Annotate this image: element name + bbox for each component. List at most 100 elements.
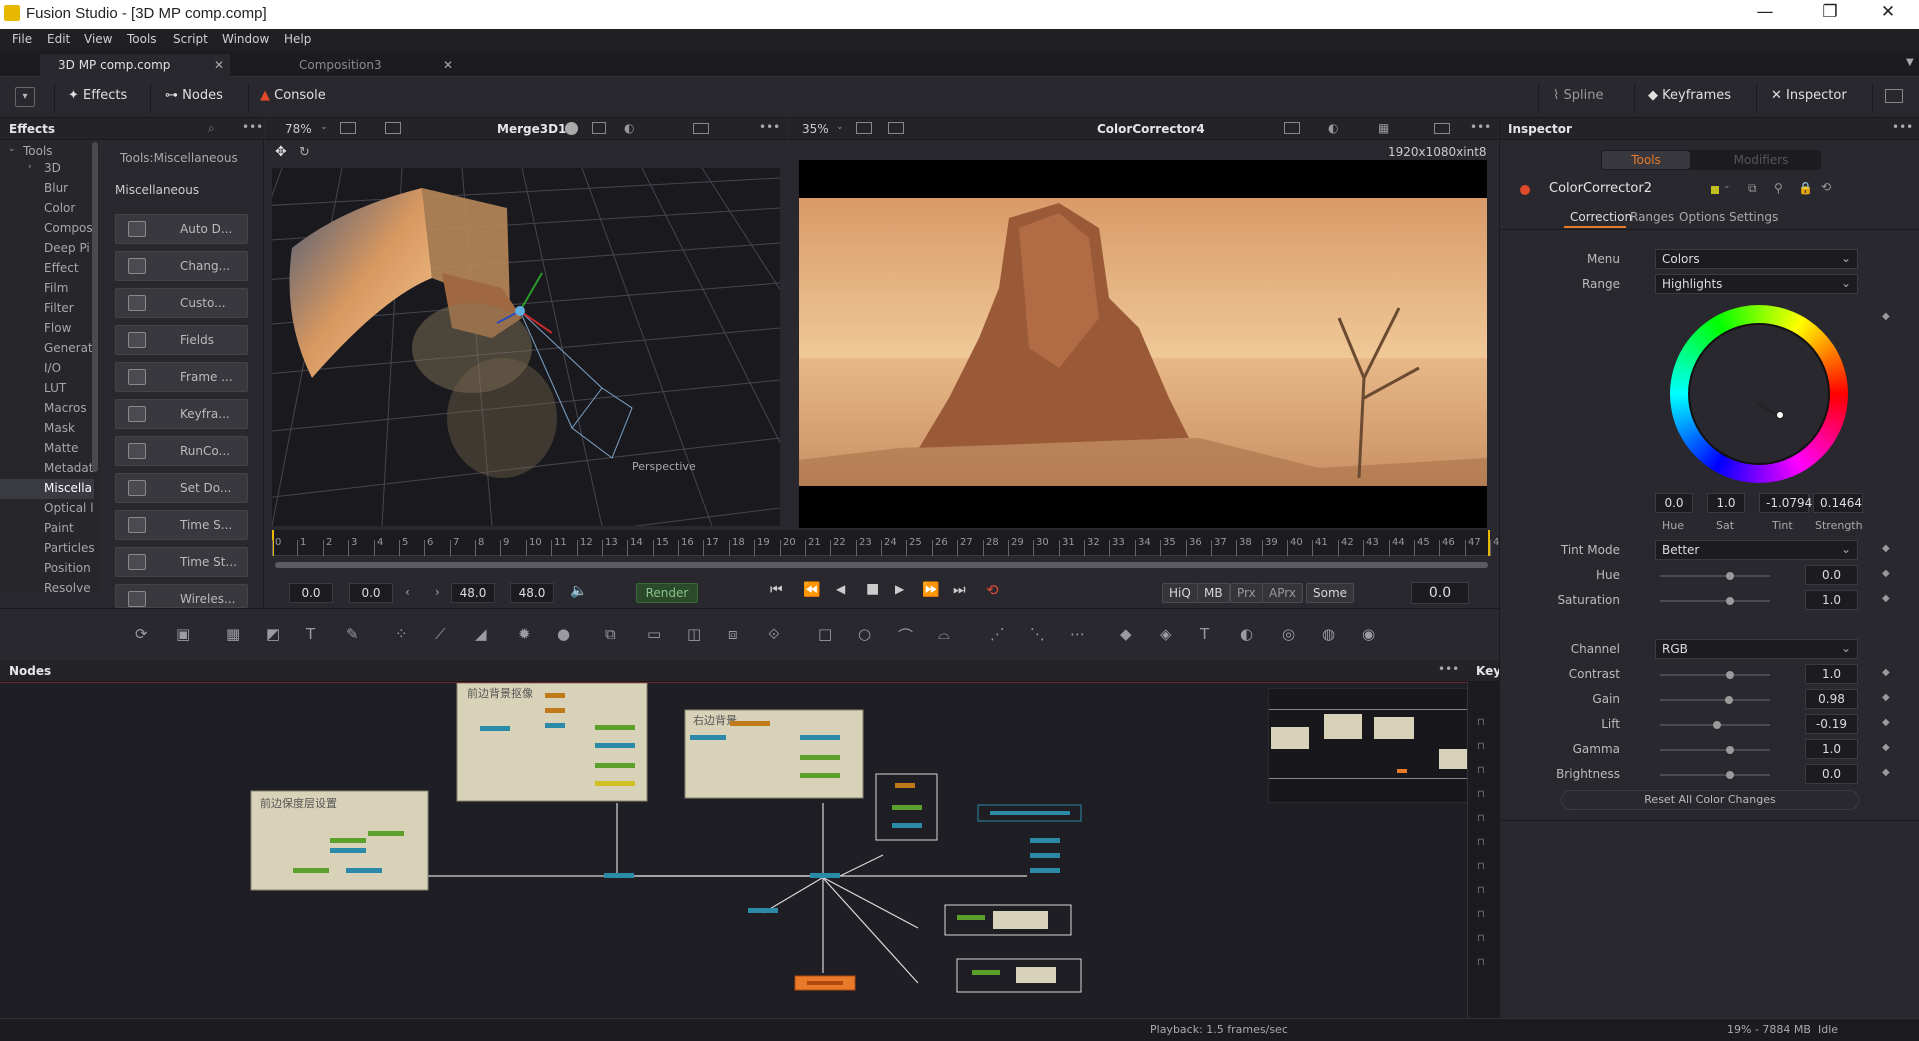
tree-item-composite[interactable]: Compos [44, 221, 93, 235]
render-button[interactable]: Render [636, 583, 698, 603]
gain-value-field[interactable]: 0.98 [1805, 689, 1858, 709]
tool-shortcut-icon[interactable]: T [1200, 625, 1209, 643]
tree-item-optical-flow[interactable]: Optical l [44, 501, 94, 515]
group-left[interactable]: 前边保度层设置 [250, 790, 429, 891]
channel-select[interactable]: RGB ⌄ [1655, 639, 1858, 659]
tool-keyframe-stretcher[interactable]: Keyfra... [115, 399, 248, 429]
move-icon[interactable]: ✥ [275, 144, 287, 160]
tool-shortcut-icon[interactable]: ● [557, 625, 570, 643]
tool-shortcut-icon[interactable]: ◫ [687, 625, 701, 643]
tool-shortcut-icon[interactable]: ✹ [518, 625, 531, 643]
lock-icon[interactable]: ⊓ [1477, 885, 1485, 896]
color-wheel-handle[interactable] [1776, 411, 1784, 419]
lut-icon[interactable] [888, 122, 904, 134]
tree-item-io[interactable]: I/O [44, 361, 61, 375]
tool-time-speed[interactable]: Time S... [115, 510, 248, 540]
sat-wheel-field[interactable]: 1.0 [1707, 493, 1745, 513]
tree-item-blur[interactable]: Blur [44, 181, 68, 195]
go-to-start-icon[interactable]: ⏮ [770, 582, 783, 598]
saturation-value-field[interactable]: 1.0 [1805, 590, 1858, 610]
keyframe-diamond-icon[interactable]: ◆ [1882, 767, 1890, 778]
slider-knob[interactable] [1726, 771, 1734, 779]
tool-frame-average[interactable]: Frame ... [115, 362, 248, 392]
tool-wireless-link[interactable]: Wireles... [115, 584, 248, 608]
render-start-field[interactable]: 0.0 [349, 583, 393, 603]
tool-shortcut-icon[interactable]: ◈ [1160, 625, 1172, 643]
fullscreen-icon[interactable] [693, 123, 709, 134]
menu-script[interactable]: Script [173, 32, 208, 46]
tree-item-matte[interactable]: Matte [44, 441, 79, 455]
menu-view[interactable]: View [84, 32, 112, 46]
tint-wheel-field[interactable]: -1.0794 [1759, 493, 1812, 513]
snapshot-icon[interactable] [1284, 122, 1300, 134]
tool-set-domain[interactable]: Set Do... [115, 473, 248, 503]
saturation-slider[interactable] [1660, 597, 1770, 605]
effects-button[interactable]: ✦ Effects [68, 88, 127, 103]
lock-icon[interactable]: ⊓ [1477, 717, 1485, 728]
audio-icon[interactable]: 🔈 [570, 583, 587, 599]
tree-item-film[interactable]: Film [44, 281, 68, 295]
brightness-value-field[interactable]: 0.0 [1805, 764, 1858, 784]
tree-item-miscellaneous[interactable]: Miscella [44, 481, 92, 495]
split-view-icon[interactable] [856, 122, 872, 134]
split-view-icon[interactable] [340, 122, 356, 134]
lock-icon[interactable]: ⊓ [1477, 813, 1485, 824]
go-to-end-icon[interactable]: ⏭ [953, 582, 966, 598]
zoom-selector[interactable]: 35% [802, 122, 829, 136]
keyframe-diamond-icon[interactable]: ◆ [1882, 742, 1890, 753]
tool-shortcut-icon[interactable]: ⧈ [728, 625, 738, 643]
tool-shortcut-icon[interactable]: ⧉ [605, 625, 616, 643]
node-editor[interactable]: 前边保度层设置 前边背景抠像 右边背景 [0, 682, 1469, 1019]
tool-shortcut-icon[interactable]: ◢ [475, 625, 487, 643]
chevron-down-icon[interactable]: ⌄ [320, 122, 328, 132]
tool-shortcut-icon[interactable]: ⌓ [938, 625, 950, 643]
tab-close-icon[interactable]: ✕ [443, 58, 453, 72]
range-slider[interactable] [275, 562, 1488, 568]
stop-icon[interactable]: ■ [866, 581, 879, 597]
more-options-icon[interactable]: ••• [1892, 120, 1913, 134]
tree-item-effect[interactable]: Effect [44, 261, 79, 275]
keyframe-diamond-icon[interactable]: ◆ [1882, 568, 1890, 579]
tree-item-metadata[interactable]: Metadat [44, 461, 93, 475]
play-icon[interactable]: ▶ [895, 582, 904, 596]
spline-button[interactable]: ⌇ Spline [1553, 88, 1603, 103]
more-options-icon[interactable]: ••• [1470, 120, 1491, 134]
close-button[interactable]: ✕ [1868, 2, 1908, 22]
lock-icon[interactable]: ⊓ [1477, 957, 1485, 968]
tree-item-position[interactable]: Position [44, 561, 91, 575]
tree-item-deep-pixel[interactable]: Deep Pi [44, 241, 90, 255]
tree-item-macros[interactable]: Macros [44, 401, 87, 415]
node-color-swatch[interactable] [1711, 186, 1719, 194]
tab-modifiers[interactable]: Modifiers [1711, 153, 1811, 167]
keyframe-diamond-icon[interactable]: ◆ [1882, 593, 1890, 604]
maximize-button[interactable]: ❐ [1810, 2, 1850, 22]
keyframes-button[interactable]: ◆ Keyframes [1648, 88, 1731, 103]
channel-icon[interactable]: ◐ [624, 121, 634, 135]
prx-toggle[interactable]: Prx [1230, 583, 1263, 603]
slider-knob[interactable] [1713, 721, 1721, 729]
color-wheel[interactable] [1670, 305, 1848, 483]
chevron-down-icon[interactable]: ⌄ [8, 144, 16, 154]
tool-shortcut-icon[interactable]: ◎ [1282, 625, 1295, 643]
snapshot-icon[interactable] [592, 122, 606, 134]
record-icon[interactable] [565, 122, 578, 135]
hiq-toggle[interactable]: HiQ [1162, 583, 1198, 603]
tool-shortcut-icon[interactable]: ⟳ [135, 625, 148, 643]
menu-window[interactable]: Window [222, 32, 269, 46]
current-time-field[interactable]: 0.0 [1411, 582, 1469, 604]
slider-knob[interactable] [1726, 597, 1734, 605]
time-ruler[interactable]: 0 1 2 3 4 5 6 7 8 9 10 11 12 13 14 15 16 17 18 19 20 21 22 23 24… [272, 530, 1506, 556]
tool-custom[interactable]: Custo... [115, 288, 248, 318]
tree-item-color[interactable]: Color [44, 201, 75, 215]
menu-help[interactable]: Help [284, 32, 311, 46]
lock-icon[interactable]: ⊓ [1477, 861, 1485, 872]
global-end-field[interactable]: 48.0 [510, 583, 554, 603]
tool-shortcut-icon[interactable]: ⋱ [1030, 625, 1045, 643]
lock-icon[interactable]: ⊓ [1477, 789, 1485, 800]
tool-fields[interactable]: Fields [115, 325, 248, 355]
tool-shortcut-icon[interactable]: ⋯ [1070, 625, 1085, 643]
play-reverse-icon[interactable]: ◀ [836, 582, 845, 596]
node-graph[interactable]: 前边保度层设置 前边背景抠像 右边背景 [0, 683, 1467, 1019]
tool-run-command[interactable]: RunCo... [115, 436, 248, 466]
tool-shortcut-icon[interactable]: ◉ [1362, 625, 1375, 643]
